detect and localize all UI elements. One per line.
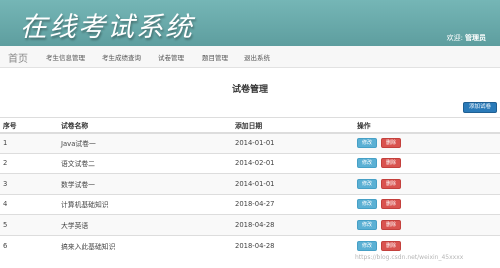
paper-name: 搞来入此基础知识 — [58, 234, 232, 256]
delete-button[interactable]: 删除 — [381, 138, 402, 148]
delete-button[interactable]: 删除 — [381, 158, 402, 169]
user-name: 管理员 — [465, 34, 486, 42]
row-index: 2 — [0, 152, 58, 174]
page-title: 试卷管理 — [231, 85, 268, 95]
header-banner: 在线考试系统 欢迎: 管理员 — [0, 0, 500, 46]
add-paper-button[interactable]: 添加试卷 — [463, 102, 497, 113]
edit-button[interactable]: 修改 — [357, 199, 378, 210]
column-header-index: 序号 — [0, 117, 58, 134]
row-index: 3 — [0, 173, 58, 194]
paper-name: 数学试卷一 — [58, 173, 232, 194]
added-date: 2018-04-28 — [232, 234, 354, 256]
top-navbar: 首页 考生信息管理 考生成绩查询 试卷管理 题目管理 退出系统 — [0, 46, 500, 68]
nav-item-logout[interactable]: 退出系统 — [244, 52, 270, 62]
paper-name: 大学英语 — [58, 214, 232, 235]
table-row: 6 搞来入此基础知识 2018-04-28 修改 删除 — [0, 234, 500, 256]
added-date: 2018-04-28 — [232, 214, 354, 235]
row-index: 1 — [0, 132, 58, 153]
table-row: 2 语文试卷二 2014-02-01 修改 删除 — [0, 152, 500, 174]
row-index: 4 — [0, 193, 58, 215]
row-index: 6 — [0, 234, 58, 256]
added-date: 2014-01-01 — [232, 173, 354, 194]
added-date: 2014-02-01 — [232, 152, 354, 174]
paper-name: 语文试卷二 — [58, 152, 232, 174]
paper-name: 计算机基础知识 — [58, 193, 232, 215]
added-date: 2018-04-27 — [232, 193, 354, 215]
delete-button[interactable]: 删除 — [381, 199, 402, 210]
nav-item-score-query[interactable]: 考生成绩查询 — [102, 52, 141, 62]
watermark: https://blog.csdn.net/weixin_45xxxx — [355, 254, 464, 261]
column-header-name: 试卷名称 — [58, 117, 232, 134]
table-row: 3 数学试卷一 2014-01-01 修改 删除 — [0, 173, 500, 194]
table-row: 4 计算机基础知识 2018-04-27 修改 删除 — [0, 193, 500, 215]
row-actions: 修改 删除 — [354, 214, 500, 235]
column-header-date: 添加日期 — [232, 117, 354, 134]
app-title: 在线考试系统 — [20, 12, 194, 43]
paper-name: Java试卷一 — [58, 132, 232, 153]
row-actions: 修改 删除 — [354, 193, 500, 215]
row-index: 5 — [0, 214, 58, 235]
nav-item-paper-management[interactable]: 试卷管理 — [158, 52, 184, 62]
edit-button[interactable]: 修改 — [357, 138, 378, 148]
table-header-row: 序号 试卷名称 添加日期 操作 — [0, 117, 500, 134]
added-date: 2014-01-01 — [232, 132, 354, 153]
paper-table: 序号 试卷名称 添加日期 操作 1 Java试卷一 2014-01-01 修改删… — [0, 117, 500, 256]
edit-button[interactable]: 修改 — [357, 158, 378, 169]
nav-item-question-management[interactable]: 题目管理 — [202, 52, 228, 62]
delete-button[interactable]: 删除 — [381, 219, 402, 230]
column-header-actions: 操作 — [354, 117, 500, 134]
welcome-text: 欢迎: 管理员 — [447, 33, 486, 43]
table-row: 5 大学英语 2018-04-28 修改 删除 — [0, 214, 500, 235]
welcome-label: 欢迎: — [446, 34, 463, 42]
row-actions: 修改 删除 — [354, 152, 500, 174]
row-actions: 修改 删除 — [354, 132, 500, 153]
edit-button[interactable]: 修改 — [357, 178, 378, 189]
delete-button[interactable]: 删除 — [381, 240, 402, 251]
table-row: 1 Java试卷一 2014-01-01 修改 删除 — [0, 132, 500, 153]
nav-home-link[interactable]: 首页 — [8, 50, 28, 65]
edit-button[interactable]: 修改 — [357, 219, 378, 230]
edit-button[interactable]: 修改 — [357, 240, 378, 251]
row-actions: 修改 删除 — [354, 234, 500, 256]
nav-item-student-info[interactable]: 考生信息管理 — [46, 52, 85, 62]
row-actions: 修改 删除 — [354, 173, 500, 194]
delete-button[interactable]: 删除 — [381, 178, 402, 189]
